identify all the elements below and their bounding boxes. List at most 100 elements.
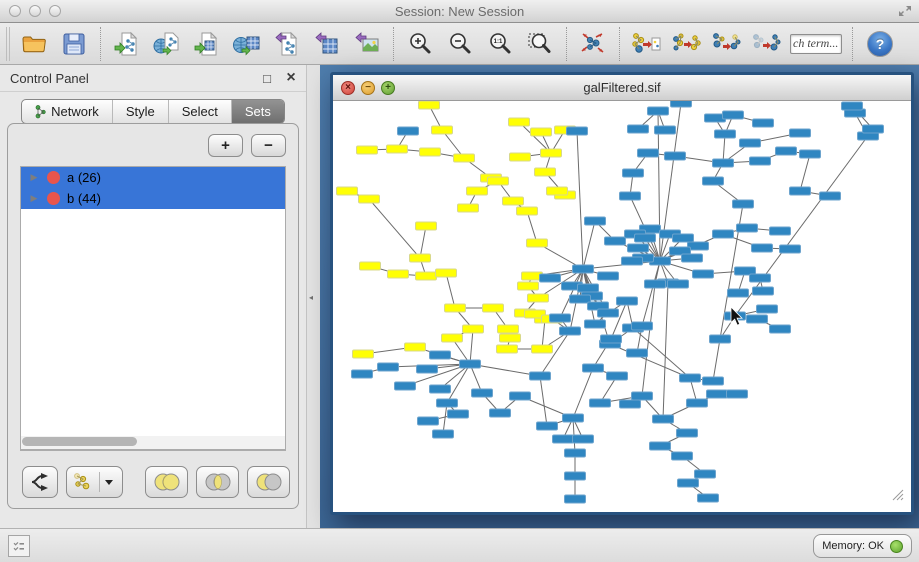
network-desktop: × − + galFiltered.sif <box>320 65 919 529</box>
set-row-b[interactable]: ▶ b (44) <box>21 188 285 209</box>
close-panel-button[interactable]: × <box>282 69 300 87</box>
new-network-from-selection-selected-edges-button[interactable] <box>666 26 706 62</box>
horizontal-scrollbar[interactable] <box>20 436 286 450</box>
control-panel-title: Control Panel <box>10 71 258 86</box>
tab-label: Sets <box>245 104 271 119</box>
window-titlebar[interactable]: Session: New Session <box>0 0 919 23</box>
window-title: Session: New Session <box>0 4 919 19</box>
set-color-icon <box>47 192 60 205</box>
svg-text:1:1: 1:1 <box>494 39 503 45</box>
export-table-button[interactable] <box>307 26 347 62</box>
new-network-hide-selected-icon <box>751 31 781 57</box>
export-image-icon <box>353 31 381 57</box>
difference-button[interactable] <box>247 466 290 498</box>
zoom-in-icon <box>407 31 433 57</box>
network-frame-titlebar[interactable]: × − + galFiltered.sif <box>333 75 911 101</box>
apply-layout-icon <box>579 30 607 58</box>
float-panel-button[interactable]: □ <box>258 69 276 87</box>
export-image-button[interactable] <box>347 26 387 62</box>
save-icon <box>61 31 87 57</box>
remove-set-button[interactable]: − <box>251 134 286 157</box>
network-tree-icon <box>35 105 46 119</box>
network-frame[interactable]: × − + galFiltered.sif <box>330 72 914 515</box>
export-network-icon <box>273 31 301 57</box>
open-folder-icon <box>20 31 48 57</box>
add-set-button[interactable]: + <box>208 134 243 157</box>
task-history-button[interactable] <box>8 535 30 557</box>
zoom-in-button[interactable] <box>400 26 440 62</box>
zoom-actual-size-button[interactable]: 1:1 <box>480 26 520 62</box>
zoom-selected-region-icon <box>527 31 553 57</box>
create-set-icon <box>71 472 95 492</box>
control-panel-tabs: Network Style Select Sets <box>0 99 306 124</box>
set-list[interactable]: ▶ a (26) ▶ b (44) <box>20 166 286 451</box>
network-canvas[interactable] <box>333 101 905 507</box>
set-row-a[interactable]: ▶ a (26) <box>21 167 285 188</box>
toolbar-separator <box>100 27 101 61</box>
tab-label: Select <box>182 104 218 119</box>
help-button[interactable]: ? <box>867 31 893 57</box>
tab-label: Network <box>51 104 99 119</box>
panel-sash[interactable]: ◂ <box>306 65 321 529</box>
chevron-down-icon[interactable] <box>105 480 113 485</box>
export-table-icon <box>313 31 341 57</box>
import-network-file-icon <box>113 31 141 57</box>
new-network-from-selection-all-edges-button[interactable] <box>626 26 666 62</box>
tab-sets[interactable]: Sets <box>232 100 284 123</box>
toolbar-separator <box>393 27 394 61</box>
import-network-web-icon <box>152 31 182 57</box>
collapse-panel-icon[interactable]: ◂ <box>309 293 313 302</box>
search-input[interactable] <box>790 34 842 54</box>
button-divider <box>99 472 100 492</box>
scrollbar-thumb[interactable] <box>22 437 137 446</box>
union-button[interactable] <box>145 466 188 498</box>
zoom-out-button[interactable] <box>440 26 480 62</box>
new-network-hide-selected-button[interactable] <box>746 26 786 62</box>
export-network-button[interactable] <box>267 26 307 62</box>
intersection-icon <box>201 472 235 492</box>
zoom-selected-region-button[interactable] <box>520 26 560 62</box>
toolbar-drag-handle[interactable] <box>6 27 10 61</box>
split-set-button[interactable] <box>22 466 58 498</box>
new-network-selected-nodes-all-edges-icon <box>711 31 741 57</box>
import-table-file-button[interactable] <box>187 26 227 62</box>
set-color-icon <box>47 171 60 184</box>
set-label: b (44) <box>67 191 101 206</box>
create-set-from-selected-button[interactable] <box>66 466 123 498</box>
expander-icon[interactable]: ▶ <box>27 193 41 204</box>
resize-grip-icon[interactable] <box>891 488 904 506</box>
set-label: a (26) <box>67 170 101 185</box>
help-label: ? <box>876 36 885 52</box>
task-list-icon <box>12 539 26 553</box>
new-network-from-selection-selected-edges-icon <box>671 31 701 57</box>
intersection-button[interactable] <box>196 466 239 498</box>
open-session-button[interactable] <box>14 26 54 62</box>
import-network-web-button[interactable] <box>147 26 187 62</box>
new-network-selected-nodes-all-edges-button[interactable] <box>706 26 746 62</box>
import-network-file-button[interactable] <box>107 26 147 62</box>
network-graph <box>333 101 905 507</box>
save-session-button[interactable] <box>54 26 94 62</box>
toolbar-separator <box>852 27 853 61</box>
memory-status-button[interactable]: Memory: OK <box>813 534 912 558</box>
tab-label: Style <box>126 104 155 119</box>
tab-select[interactable]: Select <box>169 100 232 123</box>
status-bar: Memory: OK <box>0 528 919 562</box>
tab-network[interactable]: Network <box>22 100 113 123</box>
import-table-web-icon <box>232 31 262 57</box>
expander-icon[interactable]: ▶ <box>27 172 41 183</box>
union-icon <box>150 472 184 492</box>
import-table-file-icon <box>193 31 221 57</box>
main-region: Control Panel □ × Network Style <box>0 65 919 529</box>
control-panel-header: Control Panel □ × <box>0 65 306 92</box>
difference-icon <box>252 472 286 492</box>
import-table-web-button[interactable] <box>227 26 267 62</box>
tab-style[interactable]: Style <box>113 100 169 123</box>
control-panel: Control Panel □ × Network Style <box>0 65 306 529</box>
memory-label: Memory: OK <box>822 540 884 552</box>
fullscreen-toggle-icon[interactable] <box>897 3 913 19</box>
new-network-from-selection-all-edges-icon <box>631 31 661 57</box>
apply-layout-button[interactable] <box>573 26 613 62</box>
toolbar: 1:1 <box>0 23 919 65</box>
memory-ok-icon <box>890 540 903 553</box>
